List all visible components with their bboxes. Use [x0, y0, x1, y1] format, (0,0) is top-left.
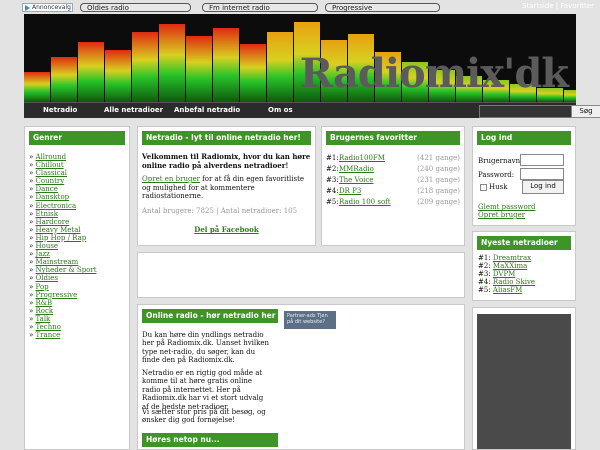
genre-item[interactable]: » Hardcore — [29, 218, 97, 226]
password-label: Password: — [478, 171, 515, 179]
equalizer-bar — [24, 72, 50, 102]
login-panel: Log ind Brugernavn: Password: Husk Log i… — [472, 126, 576, 226]
genre-item[interactable]: » Techno — [29, 323, 97, 331]
genre-item[interactable]: » Progressive — [29, 291, 97, 299]
ad-pill-progressive[interactable]: Progressive — [325, 3, 440, 12]
genre-item[interactable]: » Mainstream — [29, 258, 97, 266]
equalizer-bar — [78, 42, 104, 102]
remember-label: Husk — [489, 183, 508, 191]
genre-item[interactable]: » Trance — [29, 331, 97, 339]
genre-item[interactable]: » Talk — [29, 315, 97, 323]
nav-anbefal-netradio[interactable]: Anbefal netradio — [174, 106, 240, 114]
genre-list: » Allround» Chillout» Classical» Country… — [29, 153, 97, 339]
intro-title: Netradio - lyt til online netradio her! — [142, 131, 311, 145]
newest-panel: Nyeste netradioer #1: Dreamtrax #2: MaXXi… — [472, 231, 576, 301]
stats-separator: | — [216, 207, 219, 215]
genre-item[interactable]: » Classical — [29, 169, 97, 177]
forgot-password-link[interactable]: Glemt password — [478, 203, 536, 211]
share-facebook-link[interactable]: Del på Facebook — [138, 225, 315, 234]
top-links-separator: | — [555, 2, 559, 10]
stats-radios: Antal netradioer: 105 — [220, 207, 298, 215]
login-title: Log ind — [477, 131, 571, 145]
nav-netradio[interactable]: Netradio — [43, 106, 77, 114]
username-label: Brugernavn: — [478, 157, 523, 165]
startside-link[interactable]: Startside — [522, 2, 553, 10]
newest-list: #1: Dreamtrax #2: MaXXima #3: DVPM #4: Radi… — [478, 254, 535, 294]
nav-alle-netradioer[interactable]: Alle netradioer — [104, 106, 163, 114]
intro-lead: Velkommen til Radiomix, hvor du kan høre… — [142, 152, 311, 170]
genre-item[interactable]: » Jazz — [29, 250, 97, 258]
genres-title: Genrer — [29, 131, 125, 145]
ad-pill-fm[interactable]: Fm internet radio — [202, 3, 318, 12]
ad-choices-icon — [25, 5, 30, 11]
online-radio-panel: Online radio - hør netradio her Du kan h… — [137, 304, 465, 450]
site-header: Radiomix'dk — [24, 14, 576, 102]
intro-text: Opret en bruger for at få din egen favor… — [142, 175, 305, 200]
online-text-1: Du kan høre din yndlings netradio her på… — [142, 331, 270, 365]
genre-item[interactable]: » Heavy Metal — [29, 226, 97, 234]
favorites-panel: Brugernes favoritter #1: Radio100FM (421 g… — [321, 126, 465, 246]
stats-line: Antal brugere: 7825 | Antal netradioer: … — [142, 207, 297, 215]
newest-item[interactable]: #5: AliasFM — [478, 286, 535, 294]
genre-item[interactable]: » Rock — [29, 307, 97, 315]
partner-ads-badge[interactable]: Partner-ads Tjen på dit website? — [284, 311, 336, 329]
ad-pill-oldies[interactable]: Oldies radio — [80, 3, 191, 12]
genre-item[interactable]: » Oldies — [29, 274, 97, 282]
genre-item[interactable]: » House — [29, 242, 97, 250]
genre-item[interactable]: » Hip Hop / Rap — [29, 234, 97, 242]
newest-item[interactable]: #1: Dreamtrax — [478, 254, 535, 262]
register-link[interactable]: Opret bruger — [478, 211, 525, 219]
equalizer-bar — [240, 44, 266, 102]
ad-space-panel — [137, 252, 465, 298]
site-logo[interactable]: Radiomix'dk — [300, 50, 569, 97]
equalizer-bar — [132, 32, 158, 102]
ad-choices-button[interactable]: Annoncevalg — [22, 3, 73, 12]
genre-item[interactable]: » Etnisk — [29, 210, 97, 218]
create-user-link[interactable]: Opret en bruger — [142, 175, 200, 183]
newest-item[interactable]: #3: DVPM — [478, 270, 535, 278]
genre-item[interactable]: » Chillout — [29, 161, 97, 169]
genre-item[interactable]: » Country — [29, 177, 97, 185]
equalizer-bar — [105, 50, 131, 102]
genre-item[interactable]: » Allround — [29, 153, 97, 161]
equalizer-bar — [51, 57, 77, 102]
nav-om-os[interactable]: Om os — [268, 106, 293, 114]
remember-checkbox[interactable] — [480, 184, 487, 191]
newest-item[interactable]: #2: MaXXima — [478, 262, 535, 270]
favoritter-link[interactable]: Favoritter — [560, 2, 594, 10]
intro-panel: Netradio - lyt til online netradio her! … — [137, 126, 316, 246]
password-input[interactable] — [520, 168, 564, 180]
right-ad-panel — [472, 307, 576, 450]
top-bar: Annoncevalg Oldies radio Fm internet rad… — [0, 0, 600, 14]
genre-item[interactable]: » Electronica — [29, 202, 97, 210]
newest-title: Nyeste netradioer — [477, 236, 571, 250]
right-ad-image[interactable] — [477, 314, 571, 449]
top-links: Startside | Favoritter — [522, 2, 594, 10]
genre-item[interactable]: » Dansktop — [29, 193, 97, 201]
genres-panel: Genrer » Allround» Chillout» Classical» … — [24, 126, 130, 450]
equalizer-bar — [159, 24, 185, 102]
online-radio-title: Online radio - hør netradio her — [142, 309, 278, 323]
equalizer-bar — [267, 32, 293, 102]
genre-item[interactable]: » Pop — [29, 283, 97, 291]
favorites-title: Brugernes favoritter — [326, 131, 460, 145]
equalizer-bar — [213, 28, 239, 102]
online-text-3: Vi sætter stor pris på dit besøg, og øns… — [142, 408, 266, 425]
equalizer-bar — [186, 36, 212, 102]
genre-item[interactable]: » R&B — [29, 299, 97, 307]
newest-item[interactable]: #4: Radio Skive — [478, 278, 535, 286]
genre-item[interactable]: » Dance — [29, 185, 97, 193]
genre-item[interactable]: » Nyheder & Sport — [29, 266, 97, 274]
stats-users: Antal brugere: 7825 — [142, 207, 214, 215]
search-input[interactable] — [479, 105, 572, 118]
online-text-2: Netradio er en rigtig god måde at komme … — [142, 369, 264, 411]
username-input[interactable] — [520, 154, 564, 166]
main-nav: Netradio Alle netradioer Anbefal netradi… — [24, 102, 600, 118]
search-button[interactable]: Søg — [571, 105, 600, 118]
login-button[interactable]: Log ind — [522, 180, 564, 194]
listening-now-title: Høres netop nu... — [142, 433, 278, 447]
